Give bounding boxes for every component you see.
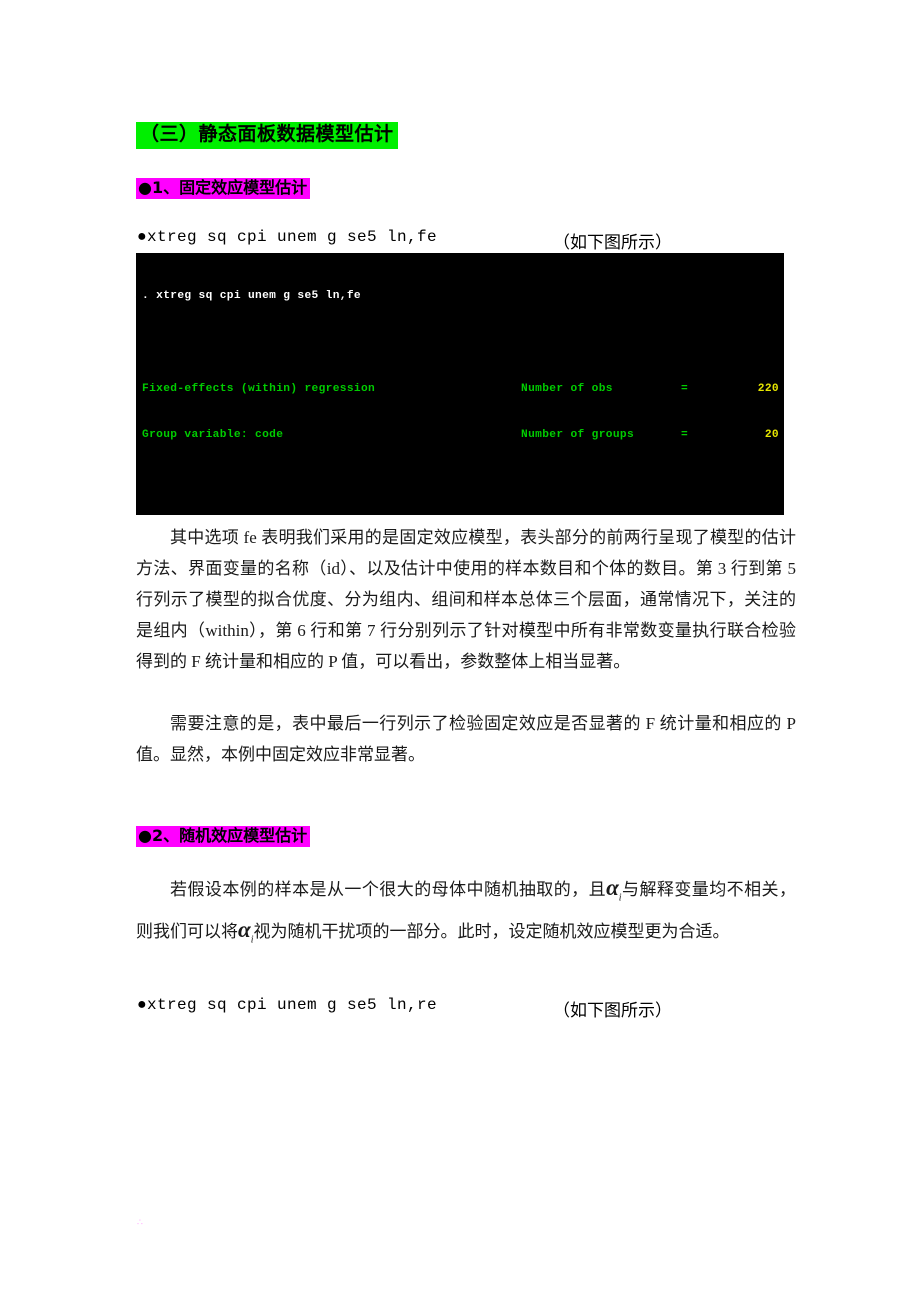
command-line-re-note: （如下图所示） xyxy=(553,1001,672,1020)
terminal-groups-label: Number of groups xyxy=(521,428,635,441)
terminal-obs-label: Number of obs xyxy=(521,382,613,395)
subsection-heading-1-highlight: ●1、固定效应模型估计 xyxy=(136,178,311,200)
command-line-fe: ●xtreg sq cpi unem g se5 ln,fe xyxy=(137,228,438,246)
document-page: （三）静态面板数据模型估计 ●1、固定效应模型估计 ●xtreg sq cpi … xyxy=(0,0,920,1302)
subsection-heading-1: ●1、固定效应模型估计 xyxy=(136,178,311,200)
paragraph-fixed-effects-explanation: 其中选项 fe 表明我们采用的是固定效应模型，表头部分的前两行呈现了模型的估计方… xyxy=(136,528,796,671)
terminal-spacer-2 xyxy=(136,476,784,488)
stata-output-terminal: . xtreg sq cpi unem g se5 ln,fe Fixed-ef… xyxy=(136,253,784,515)
alpha-symbol-1: αi xyxy=(606,875,622,904)
terminal-groups-value: 20 xyxy=(764,428,779,441)
page-footer-mark: ∴ xyxy=(137,1218,143,1228)
subsection-heading-2-highlight: ●2、随机效应模型估计 xyxy=(136,826,311,848)
terminal-obs-value: 220 xyxy=(757,382,779,395)
terminal-group-label: Group variable: code xyxy=(142,428,284,441)
section-heading-highlight: （三）静态面板数据模型估计 xyxy=(136,122,398,149)
alpha-symbol-2: αi xyxy=(238,916,254,946)
terminal-spacer xyxy=(136,326,784,338)
page-title: （三）静态面板数据模型估计 xyxy=(136,122,398,149)
paragraph-3-part-a: 若假设本例的样本是从一个很大的母体中随机抽取的，且 xyxy=(170,880,607,899)
paragraph-f-test-note: 需要注意的是，表中最后一行列示了检验固定效应是否显著的 F 统计量和相应的 P … xyxy=(136,714,796,764)
terminal-line-group: Group variable: code Number of groups = 20 xyxy=(136,428,784,442)
paragraph-random-effects-explanation: 若假设本例的样本是从一个很大的母体中随机抽取的，且αi与解释变量均不相关，则我们… xyxy=(136,872,796,955)
terminal-eq-1: = xyxy=(681,382,689,395)
command-line-re: ●xtreg sq cpi unem g se5 ln,re xyxy=(137,996,438,1014)
paragraph-3-part-c: 视为随机干扰项的一部分。此时，设定随机效应模型更为合适。 xyxy=(253,921,730,941)
subsection-heading-2: ●2、随机效应模型估计 xyxy=(136,826,311,848)
terminal-line-model: Fixed-effects (within) regression Number … xyxy=(136,382,784,396)
terminal-command-echo: . xtreg sq cpi unem g se5 ln,fe xyxy=(142,289,361,302)
terminal-model-label: Fixed-effects (within) regression xyxy=(142,382,376,395)
command-line-fe-note: （如下图所示） xyxy=(553,233,672,252)
terminal-eq-2: = xyxy=(681,428,689,441)
